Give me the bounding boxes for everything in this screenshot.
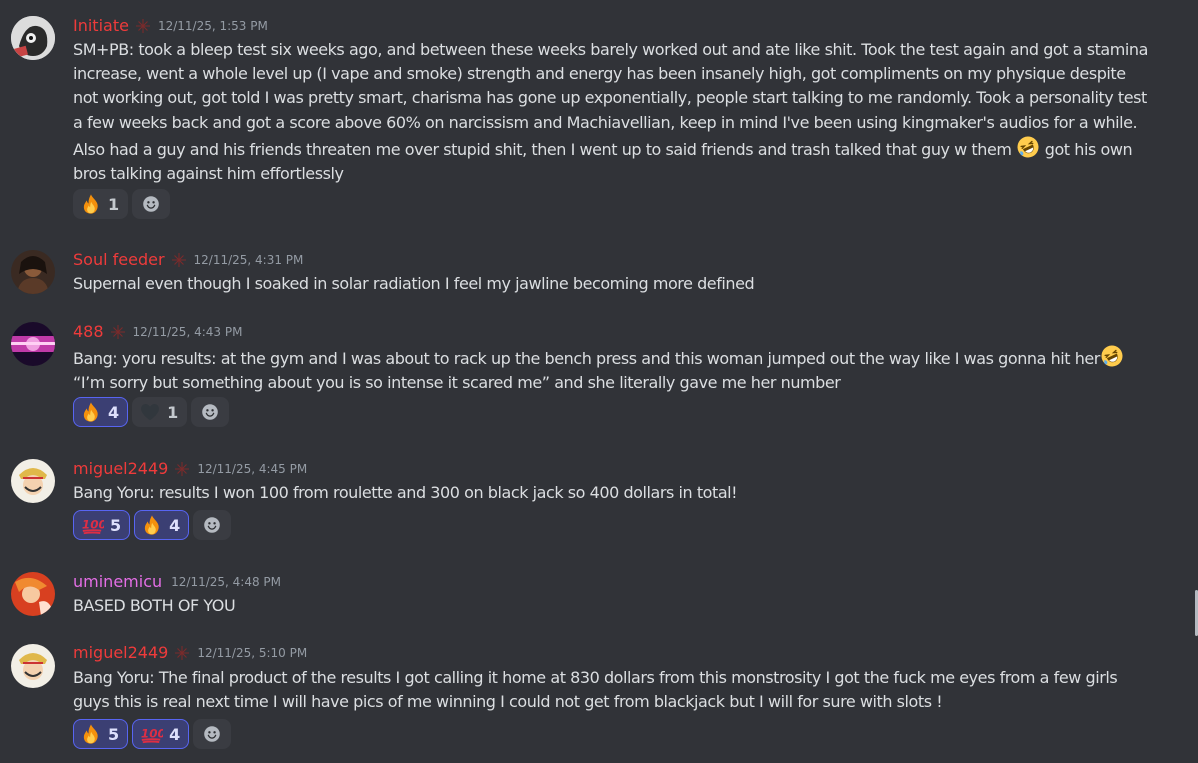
reaction-fire[interactable]: 4: [73, 397, 129, 427]
reaction-count: 4: [169, 515, 181, 535]
message-text: Bang Yoru: The final product of the resu…: [73, 668, 1118, 712]
reaction-black-heart[interactable]: 1: [132, 397, 188, 427]
add-reaction-button[interactable]: [191, 397, 230, 427]
reaction-bar: 1: [73, 189, 171, 219]
fire-icon: [80, 723, 102, 745]
role-tag-icon: [135, 18, 151, 34]
text-segment: Also had a guy and his friends threaten …: [73, 139, 1017, 159]
message-text: Bang Yoru: results I won 100 from roulet…: [73, 483, 738, 502]
reaction-fire[interactable]: 4: [134, 510, 190, 540]
message-uminemicu: uminemicu 12/11/25, 4:48 PM BASED BOTH O…: [0, 571, 1190, 621]
message-text: Bang: yoru results: at the gym and I was…: [73, 344, 1148, 395]
add-reaction-icon: [199, 401, 221, 423]
message-488: 488 12/11/25, 4:43 PM Bang: yoru results…: [0, 321, 1190, 431]
timestamp: 12/11/25, 4:45 PM: [197, 462, 308, 476]
avatar[interactable]: [11, 459, 55, 503]
message-content: SM+PB: took a bleep test six weeks ago, …: [73, 38, 1148, 186]
reaction-100[interactable]: 5: [73, 510, 131, 540]
message-text: Also had a guy and his friends threaten …: [73, 135, 1148, 186]
timestamp: 12/11/25, 4:43 PM: [132, 325, 243, 339]
add-reaction-button[interactable]: [193, 719, 232, 749]
message-text: Supernal even though I soaked in solar r…: [73, 274, 755, 293]
reaction-count: 5: [110, 515, 122, 535]
text-segment: “I’m sorry but something about you is so…: [73, 373, 841, 393]
username[interactable]: miguel2449: [73, 642, 168, 664]
username[interactable]: 488: [73, 321, 104, 343]
timestamp: 12/11/25, 5:10 PM: [197, 646, 308, 660]
timestamp: 12/11/25, 4:48 PM: [171, 575, 281, 589]
avatar[interactable]: [11, 16, 55, 60]
avatar[interactable]: [11, 250, 55, 294]
role-tag-icon: [174, 645, 190, 661]
timestamp: 12/11/25, 1:53 PM: [157, 19, 268, 33]
reaction-count: 4: [108, 402, 120, 422]
role-tag-icon: [174, 461, 190, 477]
hundred-points-icon: [139, 723, 163, 745]
add-reaction-icon: [140, 193, 162, 215]
message-miguel2449: miguel2449 12/11/25, 4:45 PM Bang Yoru: …: [0, 458, 1190, 548]
username[interactable]: Soul feeder: [73, 249, 165, 271]
message-miguel2449: miguel2449 12/11/25, 5:10 PM Bang Yoru: …: [0, 642, 1190, 757]
message-text: SM+PB: took a bleep test six weeks ago, …: [73, 40, 1148, 132]
message-content: Bang: yoru results: at the gym and I was…: [73, 344, 1148, 395]
message-content: Bang Yoru: The final product of the resu…: [73, 666, 1148, 714]
hundred-points-icon: [80, 514, 104, 536]
username[interactable]: uminemicu: [73, 571, 162, 593]
reaction-bar: 4 1: [73, 397, 230, 427]
reaction-count: 1: [108, 194, 120, 214]
avatar[interactable]: [11, 644, 55, 688]
rofl-emoji-icon: [1016, 135, 1040, 159]
add-reaction-icon: [201, 514, 223, 536]
message-content: BASED BOTH OF YOU: [73, 594, 1148, 618]
role-tag-icon: [171, 252, 187, 268]
role-tag-icon: [110, 324, 126, 340]
message-soul-feeder: Soul feeder 12/11/25, 4:31 PM Supernal e…: [0, 249, 1190, 299]
add-reaction-button[interactable]: [132, 189, 171, 219]
reaction-bar: 5 4: [73, 510, 232, 540]
reaction-count: 1: [167, 402, 179, 422]
username[interactable]: miguel2449: [73, 458, 168, 480]
rofl-emoji-icon: [1100, 344, 1124, 368]
message-text: BASED BOTH OF YOU: [73, 596, 236, 615]
reaction-100[interactable]: 4: [132, 719, 190, 749]
timestamp: 12/11/25, 4:31 PM: [193, 253, 304, 267]
add-reaction-button[interactable]: [193, 510, 232, 540]
fire-icon: [141, 514, 163, 536]
text-segment: Bang: yoru results: at the gym and I was…: [73, 349, 1100, 368]
fire-icon: [80, 193, 102, 215]
reaction-bar: 5 4: [73, 719, 232, 749]
message-initiate: Initiate 12/11/25, 1:53 PM SM+PB: took a…: [0, 15, 1190, 225]
avatar[interactable]: [11, 322, 55, 366]
reaction-count: 4: [169, 724, 181, 744]
add-reaction-icon: [201, 723, 223, 745]
black-heart-icon: [139, 401, 161, 423]
reaction-fire[interactable]: 1: [73, 189, 129, 219]
reaction-fire[interactable]: 5: [73, 719, 129, 749]
message-content: Supernal even though I soaked in solar r…: [73, 272, 1148, 296]
avatar[interactable]: [11, 572, 55, 616]
fire-icon: [80, 401, 102, 423]
reaction-count: 5: [108, 724, 120, 744]
message-content: Bang Yoru: results I won 100 from roulet…: [73, 481, 1148, 505]
username[interactable]: Initiate: [73, 15, 129, 37]
